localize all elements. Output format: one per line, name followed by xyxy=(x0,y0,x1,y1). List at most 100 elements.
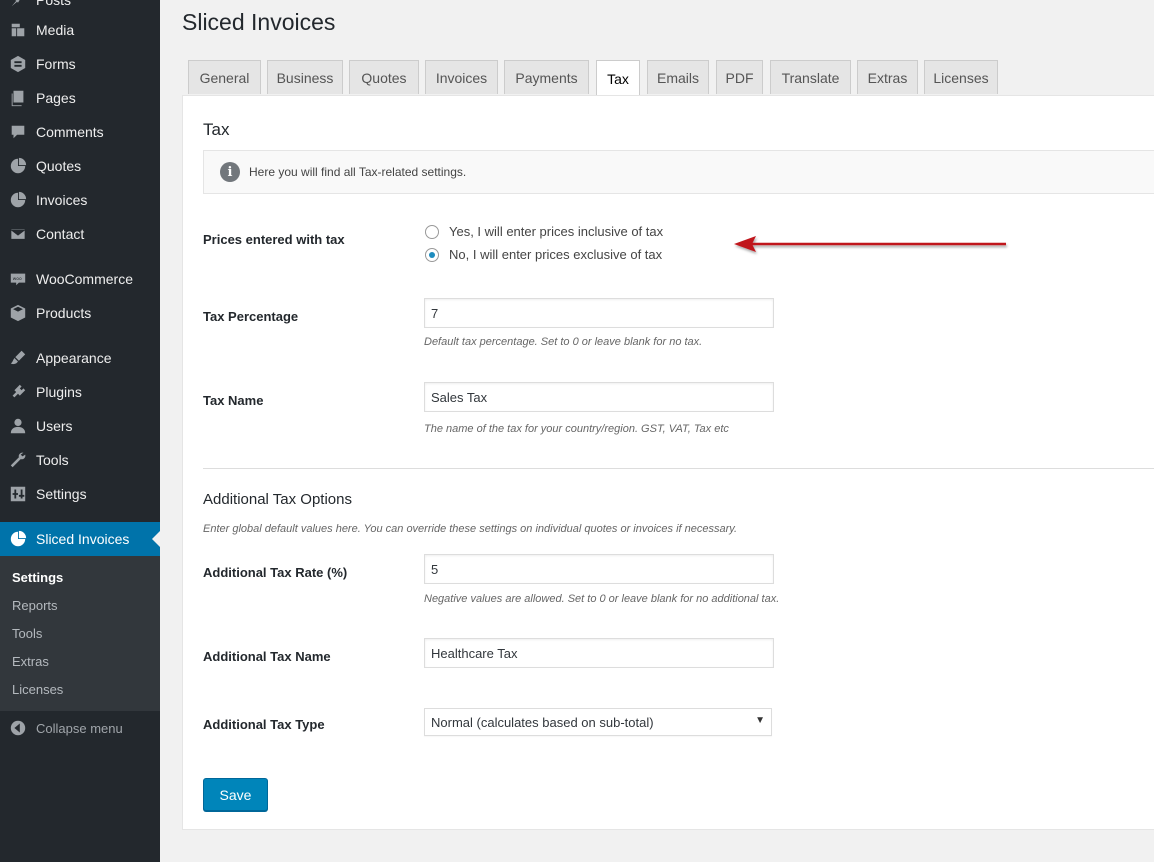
menu-item-forms[interactable]: Forms xyxy=(0,47,160,81)
settings-panel: Tax i Here you will find all Tax-related… xyxy=(182,95,1154,830)
plug-icon xyxy=(9,383,27,401)
tab-translate[interactable]: Translate xyxy=(770,60,851,94)
submenu-item-licenses[interactable]: Licenses xyxy=(12,682,63,697)
additional-tax-title: Additional Tax Options xyxy=(203,491,352,508)
svg-text:woo: woo xyxy=(13,277,22,282)
info-text: Here you will find all Tax-related setti… xyxy=(249,165,467,179)
prices-exclusive-radio-row[interactable]: No, I will enter prices exclusive of tax xyxy=(425,247,662,262)
menu-label: Posts xyxy=(36,0,72,8)
tab-quotes[interactable]: Quotes xyxy=(349,60,419,94)
tab-business[interactable]: Business xyxy=(267,60,343,94)
info-icon: i xyxy=(220,162,240,182)
collapse-icon xyxy=(9,719,27,737)
forms-icon xyxy=(9,55,27,73)
tab-tax[interactable]: Tax xyxy=(596,60,640,96)
menu-item-invoices[interactable]: Invoices xyxy=(0,183,160,217)
prices-inclusive-radio[interactable] xyxy=(425,224,439,239)
tab-extras[interactable]: Extras xyxy=(857,60,918,94)
comment-icon xyxy=(9,123,27,141)
save-button[interactable]: Save xyxy=(203,778,268,811)
tax-percentage-label: Tax Percentage xyxy=(203,309,299,324)
additional-tax-rate-label: Additional Tax Rate (%) xyxy=(203,565,348,580)
additional-tax-type-label: Additional Tax Type xyxy=(203,717,325,732)
info-notice: i Here you will find all Tax-related set… xyxy=(203,150,1154,194)
additional-tax-name-label: Additional Tax Name xyxy=(203,649,331,664)
menu-item-products[interactable]: Products xyxy=(0,296,160,330)
prices-inclusive-radio-row[interactable]: Yes, I will enter prices inclusive of ta… xyxy=(425,224,663,239)
submenu-item-tools[interactable]: Tools xyxy=(12,626,42,641)
tab-payments[interactable]: Payments xyxy=(504,60,589,94)
menu-label: Users xyxy=(36,418,73,434)
pie-icon xyxy=(9,191,27,209)
additional-tax-type-select[interactable]: Normal (calculates based on sub-total) ▼ xyxy=(424,708,772,736)
admin-sidebar: Posts Media Forms Pages Comments Quotes … xyxy=(0,0,160,862)
menu-label: Invoices xyxy=(36,192,88,208)
settings-icon xyxy=(9,485,27,503)
collapse-label: Collapse menu xyxy=(36,720,123,736)
additional-tax-rate-desc: Negative values are allowed. Set to 0 or… xyxy=(424,593,780,605)
menu-item-users[interactable]: Users xyxy=(0,409,160,443)
dropdown-caret-icon: ▼ xyxy=(755,715,765,726)
menu-label: Media xyxy=(36,22,75,38)
media-icon xyxy=(9,21,27,39)
menu-item-contact[interactable]: Contact xyxy=(0,217,160,251)
tab-invoices[interactable]: Invoices xyxy=(425,60,498,94)
pages-icon xyxy=(9,89,27,107)
menu-label: Appearance xyxy=(36,350,112,366)
prices-with-tax-label: Prices entered with tax xyxy=(203,232,345,247)
tax-name-desc: The name of the tax for your country/reg… xyxy=(424,423,729,435)
radio-label: No, I will enter prices exclusive of tax xyxy=(449,247,663,262)
wrench-icon xyxy=(9,451,27,469)
box-icon xyxy=(9,304,27,322)
select-value: Normal (calculates based on sub-total) xyxy=(431,714,654,730)
menu-label: Settings xyxy=(36,486,87,502)
menu-item-pages[interactable]: Pages xyxy=(0,81,160,115)
section-title: Tax xyxy=(203,120,230,139)
menu-item-comments[interactable]: Comments xyxy=(0,115,160,149)
menu-item-settings[interactable]: Settings xyxy=(0,477,160,511)
user-icon xyxy=(9,417,27,435)
prices-exclusive-radio[interactable] xyxy=(425,247,439,262)
tax-percentage-desc: Default tax percentage. Set to 0 or leav… xyxy=(424,336,703,348)
menu-item-sliced-invoices[interactable]: Sliced Invoices xyxy=(0,522,160,556)
tax-name-label: Tax Name xyxy=(203,393,264,408)
annotation-arrow xyxy=(734,236,1006,252)
brush-icon xyxy=(9,349,27,367)
tax-percentage-input[interactable]: 7 xyxy=(424,298,774,328)
page-title: Sliced Invoices xyxy=(182,9,336,35)
tab-pdf[interactable]: PDF xyxy=(716,60,763,94)
submenu-item-reports[interactable]: Reports xyxy=(12,598,58,613)
tab-licenses[interactable]: Licenses xyxy=(924,60,998,94)
menu-item-appearance[interactable]: Appearance xyxy=(0,341,160,375)
menu-label: Products xyxy=(36,305,92,321)
menu-item-tools[interactable]: Tools xyxy=(0,443,160,477)
menu-label: Contact xyxy=(36,226,85,242)
menu-item-quotes[interactable]: Quotes xyxy=(0,149,160,183)
menu-item-woocommerce[interactable]: woo WooCommerce xyxy=(0,262,160,296)
tab-emails[interactable]: Emails xyxy=(647,60,709,94)
mail-icon xyxy=(9,225,27,243)
menu-label: Comments xyxy=(36,124,104,140)
menu-item-media[interactable]: Media xyxy=(0,13,160,47)
pie-icon xyxy=(9,530,27,548)
submenu: Settings Reports Tools Extras Licenses xyxy=(0,556,160,711)
collapse-menu-button[interactable]: Collapse menu xyxy=(0,711,160,745)
additional-tax-name-input[interactable]: Healthcare Tax xyxy=(424,638,774,668)
tab-general[interactable]: General xyxy=(188,60,261,94)
radio-label: Yes, I will enter prices inclusive of ta… xyxy=(449,224,664,239)
additional-tax-desc: Enter global default values here. You ca… xyxy=(203,523,738,535)
menu-label: Plugins xyxy=(36,384,82,400)
section-divider xyxy=(203,468,1154,469)
menu-label: Pages xyxy=(36,90,76,106)
additional-tax-rate-input[interactable]: 5 xyxy=(424,554,774,584)
submenu-item-extras[interactable]: Extras xyxy=(12,654,49,669)
menu-label: Tools xyxy=(36,452,69,468)
menu-item-plugins[interactable]: Plugins xyxy=(0,375,160,409)
submenu-item-settings[interactable]: Settings xyxy=(12,570,63,585)
menu-label: Quotes xyxy=(36,158,82,174)
menu-label: Forms xyxy=(36,56,76,72)
menu-label: WooCommerce xyxy=(36,271,133,287)
pie-icon xyxy=(9,157,27,175)
pin-icon xyxy=(9,0,27,9)
tax-name-input[interactable]: Sales Tax xyxy=(424,382,774,412)
